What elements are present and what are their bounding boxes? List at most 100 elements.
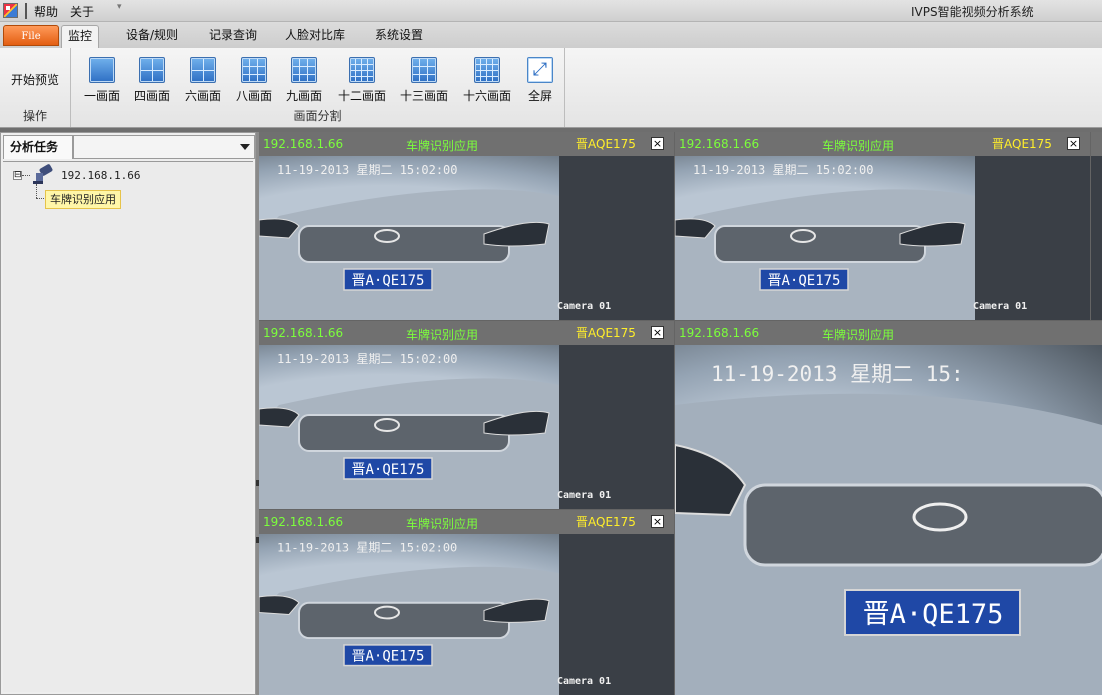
- layout-4-label: 四画面: [133, 89, 170, 103]
- video-app-name: 车牌识别应用: [822, 139, 895, 153]
- layout-1-button[interactable]: 一画面: [78, 54, 126, 104]
- video-ip: 192.168.1.66: [263, 326, 344, 340]
- video-plate-result: 晋AQE175: [576, 515, 636, 529]
- file-button[interactable]: File: [3, 25, 59, 46]
- close-icon[interactable]: ×: [1067, 137, 1080, 150]
- tab-face-library[interactable]: 人脸对比库: [279, 25, 351, 48]
- video-camera-label: Camera 01: [973, 301, 1027, 312]
- plate-image-text: 晋A·QE175: [863, 599, 1004, 630]
- ribbon-group-operate: 开始预览 操作: [0, 48, 71, 127]
- video-feed[interactable]: 晋A·QE175 11-19-2013 星期二 15:: [675, 345, 1102, 695]
- video-plate-result: 晋AQE175: [992, 137, 1052, 151]
- layout-12-label: 十二画面: [337, 89, 386, 103]
- video-camera-label: Camera 01: [557, 490, 611, 501]
- layout-8-label: 八画面: [235, 89, 272, 103]
- video-cell-header: [1091, 132, 1102, 156]
- layout-4-icon: [139, 57, 165, 83]
- quick-access-dropdown-icon[interactable]: ▾: [117, 2, 122, 12]
- video-feed[interactable]: 晋A·QE175 11-19-2013 星期二 15:02:00 Camera …: [259, 534, 674, 695]
- video-app-name: 车牌识别应用: [822, 328, 895, 342]
- video-cell[interactable]: 192.168.1.66 车牌识别应用 晋AQE175 × 晋A·QE175 1…: [675, 132, 1090, 320]
- video-cell-partial[interactable]: [1091, 132, 1102, 320]
- video-app-name: 车牌识别应用: [406, 328, 479, 342]
- video-cell[interactable]: 192.168.1.66 车牌识别应用 晋AQE175 × 晋A·QE175 1…: [259, 510, 674, 695]
- layout-1-label: 一画面: [83, 89, 120, 103]
- video-cell-header: 192.168.1.66 车牌识别应用 晋AQE175 ×: [259, 132, 674, 156]
- chevron-down-icon[interactable]: [240, 144, 250, 150]
- tab-device-rules[interactable]: 设备/规则: [120, 25, 184, 48]
- tree-collapse-toggle[interactable]: ⊟: [13, 171, 22, 180]
- video-feed[interactable]: 晋A·QE175 11-19-2013 星期二 15:02:00 Camera …: [259, 345, 674, 509]
- ribbon-tab-bar: File 监控 设备/规则 记录查询 人脸对比库 系统设置: [0, 22, 1102, 48]
- video-cell[interactable]: 192.168.1.66 车牌识别应用 晋AQE175 × 晋A·QE175 1…: [259, 321, 674, 509]
- analysis-task-tab[interactable]: 分析任务: [3, 135, 73, 159]
- layout-8-icon: [241, 57, 267, 83]
- video-feed[interactable]: 晋A·QE175 11-19-2013 星期二 15:02:00 Camera …: [675, 156, 1090, 320]
- start-preview-button[interactable]: 开始预览: [4, 71, 66, 88]
- layout-13-button[interactable]: 十三画面: [399, 54, 449, 104]
- video-cell-header: 192.168.1.66 车牌识别应用: [675, 321, 1102, 345]
- app-title: IVPS智能视频分析系统: [911, 5, 1034, 19]
- layout-6-icon: [190, 57, 216, 83]
- video-app-name: 车牌识别应用: [406, 517, 479, 531]
- close-icon[interactable]: ×: [651, 515, 664, 528]
- ribbon-group-split: 一画面 四画面 六画面 八画面 九画面 十二画面 十三画面 十六画面 全屏 画面…: [71, 48, 565, 127]
- menu-about[interactable]: 关于: [70, 3, 94, 20]
- video-plate-result: 晋AQE175: [576, 326, 636, 340]
- camera-icon: [33, 164, 53, 184]
- video-timestamp: 11-19-2013 星期二 15:02:00: [277, 541, 457, 555]
- video-cell-header: 192.168.1.66 车牌识别应用 晋AQE175 ×: [259, 510, 674, 534]
- fullscreen-button[interactable]: 全屏: [516, 54, 564, 104]
- layout-4-button[interactable]: 四画面: [128, 54, 176, 104]
- tab-monitor[interactable]: 监控: [61, 25, 100, 48]
- toolbar-separator: [25, 3, 27, 19]
- app-icon[interactable]: [3, 3, 18, 18]
- ribbon-panel: 开始预览 操作 一画面 四画面 六画面 八画面 九画面 十二画面 十三画面 十六…: [0, 48, 1102, 128]
- ribbon-group-split-title: 画面分割: [293, 109, 342, 123]
- layout-12-icon: [349, 57, 375, 83]
- panel-dropdown[interactable]: [73, 135, 255, 159]
- layout-9-button[interactable]: 九画面: [280, 54, 328, 104]
- plate-image-text: 晋A·QE175: [767, 273, 840, 289]
- layout-16-label: 十六画面: [462, 89, 511, 103]
- video-feed[interactable]: [1091, 156, 1102, 320]
- layout-8-button[interactable]: 八画面: [230, 54, 278, 104]
- close-icon[interactable]: ×: [651, 137, 664, 150]
- layout-1-icon: [89, 57, 115, 83]
- video-timestamp: 11-19-2013 星期二 15:: [711, 362, 964, 386]
- plate-image-text: 晋A·QE175: [351, 462, 424, 478]
- plate-image-text: 晋A·QE175: [351, 273, 424, 289]
- layout-13-label: 十三画面: [399, 89, 448, 103]
- video-ip: 192.168.1.66: [679, 326, 760, 340]
- title-bar: 帮助 关于 ▾ IVPS智能视频分析系统: [0, 0, 1102, 22]
- video-cell-large[interactable]: 192.168.1.66 车牌识别应用 晋A·QE175 11-19-2013 …: [675, 321, 1102, 695]
- tree-app-node[interactable]: 车牌识别应用: [45, 190, 121, 209]
- video-camera-label: Camera 01: [557, 676, 611, 687]
- left-panel: 分析任务 ⊟ 192.168.1.66 车牌识别应用: [0, 132, 256, 695]
- menu-help[interactable]: 帮助: [34, 3, 58, 20]
- video-cell-header: 192.168.1.66 车牌识别应用 晋AQE175 ×: [675, 132, 1090, 156]
- video-ip: 192.168.1.66: [263, 137, 344, 151]
- tab-system-settings[interactable]: 系统设置: [369, 25, 429, 48]
- layout-6-label: 六画面: [184, 89, 221, 103]
- video-cell-header: 192.168.1.66 车牌识别应用 晋AQE175 ×: [259, 321, 674, 345]
- tab-record-query[interactable]: 记录查询: [203, 25, 263, 48]
- video-grid: 192.168.1.66 车牌识别应用 晋AQE175 × 晋A·QE175 1…: [259, 132, 1102, 695]
- layout-12-button[interactable]: 十二画面: [337, 54, 387, 104]
- layout-9-icon: [291, 57, 317, 83]
- video-feed[interactable]: 晋A·QE175 11-19-2013 星期二 15:02:00 Camera …: [259, 156, 674, 320]
- fullscreen-icon: [527, 57, 553, 83]
- layout-16-button[interactable]: 十六画面: [462, 54, 512, 104]
- task-tree: ⊟ 192.168.1.66 车牌识别应用: [3, 161, 253, 692]
- layout-6-button[interactable]: 六画面: [179, 54, 227, 104]
- tree-device-node[interactable]: 192.168.1.66: [61, 169, 140, 182]
- video-cell[interactable]: 192.168.1.66 车牌识别应用 晋AQE175 × 晋A·QE175 1…: [259, 132, 674, 320]
- tree-connector: [22, 175, 30, 176]
- tree-connector: [36, 184, 37, 198]
- ribbon-group-operate-title: 操作: [22, 109, 47, 123]
- layout-9-label: 九画面: [285, 89, 322, 103]
- close-icon[interactable]: ×: [651, 326, 664, 339]
- video-timestamp: 11-19-2013 星期二 15:02:00: [693, 163, 874, 177]
- video-plate-result: 晋AQE175: [576, 137, 636, 151]
- tree-connector: [36, 198, 44, 199]
